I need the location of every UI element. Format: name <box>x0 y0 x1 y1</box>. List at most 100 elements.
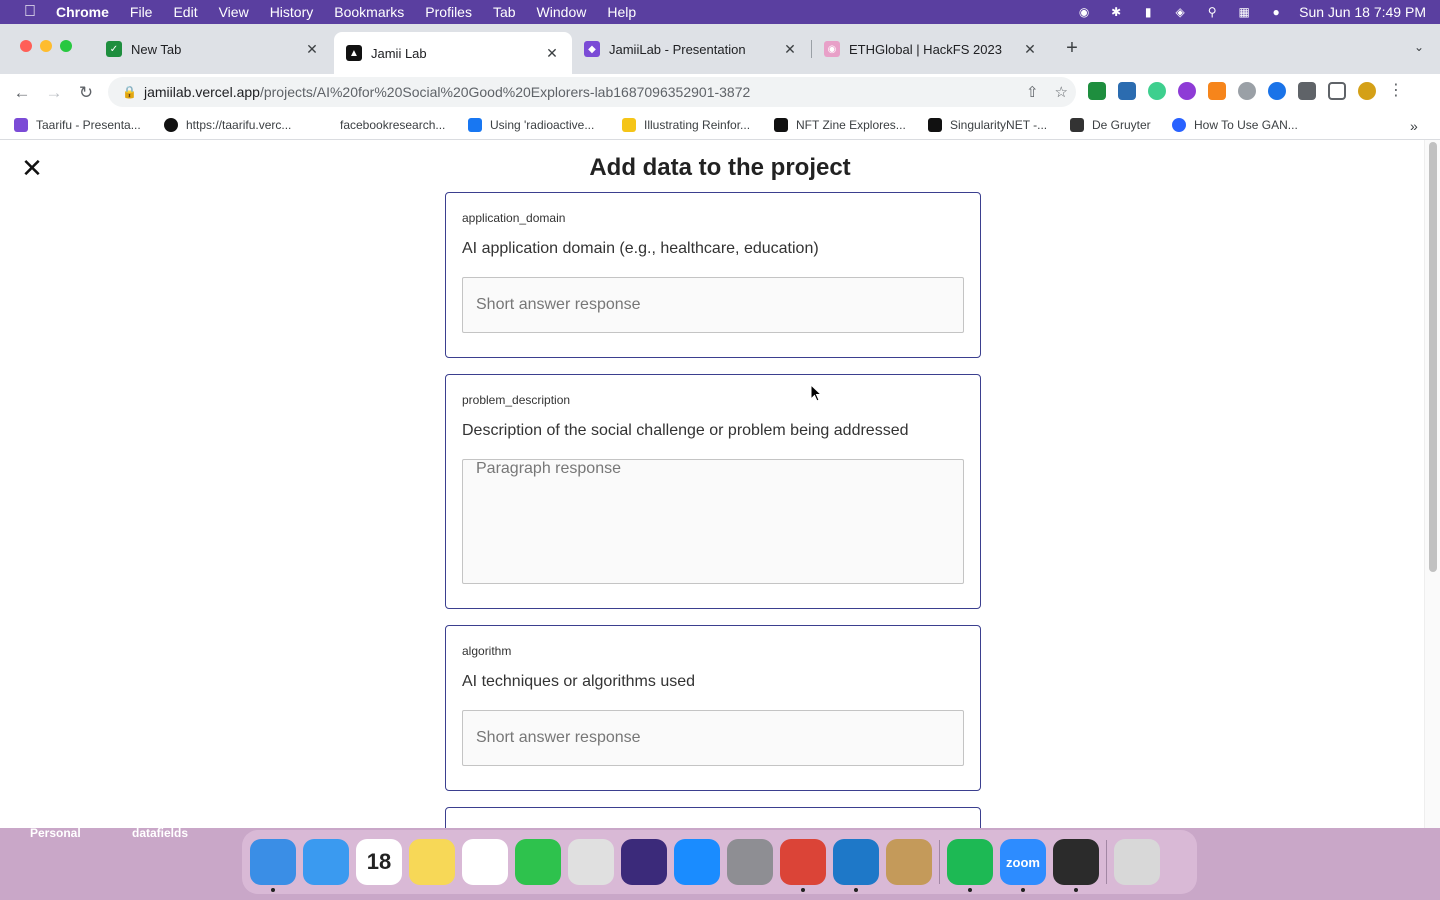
desktop-folder-label[interactable]: Personal <box>30 826 81 840</box>
bookmark-label: SingularityNET -... <box>950 118 1048 132</box>
close-tab-icon[interactable]: ✕ <box>782 41 798 58</box>
bookmark-item[interactable]: facebookresearch... <box>318 118 445 132</box>
bluetooth-icon[interactable]: ✱ <box>1107 4 1125 20</box>
bookmark-item[interactable]: Illustrating Reinfor... <box>622 118 750 132</box>
dock-zoom-icon[interactable]: zoom <box>1000 839 1046 892</box>
singularitynet-icon <box>928 118 942 132</box>
bookmark-item[interactable]: https://taarifu.verc... <box>164 118 291 132</box>
menu-help[interactable]: Help <box>607 4 636 20</box>
bookmark-label: Using 'radioactive... <box>490 118 595 132</box>
tab-new-tab[interactable]: ✓ New Tab ✕ <box>94 32 332 66</box>
zoom-window-button[interactable] <box>60 40 72 52</box>
dock-reminders-icon[interactable] <box>462 839 508 885</box>
algorithm-input[interactable] <box>462 710 964 766</box>
dock-calendar-icon[interactable]: 18 <box>356 839 402 885</box>
close-window-button[interactable] <box>20 40 32 52</box>
menu-tab[interactable]: Tab <box>493 4 516 20</box>
bookmark-item[interactable]: How To Use GAN... <box>1172 118 1298 132</box>
application-domain-input[interactable] <box>462 277 964 333</box>
close-tab-icon[interactable]: ✕ <box>544 45 560 62</box>
problem-description-textarea[interactable] <box>462 459 964 584</box>
lock-icon[interactable]: 🔒 <box>122 85 137 99</box>
dock-quicktime-icon[interactable] <box>1053 839 1099 892</box>
spotlight-search-icon[interactable]: ⚲ <box>1203 4 1221 20</box>
apple-logo-icon[interactable]:  <box>20 2 40 22</box>
bookmark-label: NFT Zine Explores... <box>796 118 906 132</box>
close-tab-icon[interactable]: ✕ <box>304 41 320 58</box>
bookmark-item[interactable]: De Gruyter <box>1070 118 1151 132</box>
wifi-icon[interactable]: ◈ <box>1171 4 1189 20</box>
extensions-puzzle-icon[interactable] <box>1298 82 1316 100</box>
forward-arrow-icon[interactable]: → <box>44 83 64 103</box>
new-tab-plus-icon[interactable]: + <box>1062 38 1082 58</box>
bookmark-star-icon[interactable]: ☆ <box>1055 83 1068 101</box>
bookmark-item[interactable]: Taarifu - Presenta... <box>14 118 141 132</box>
tab-search-chevron-icon[interactable]: ⌄ <box>1414 40 1424 54</box>
dock-spotify-icon[interactable] <box>947 839 993 892</box>
dock-vscode-icon[interactable] <box>833 839 879 892</box>
presentation-favicon-icon: ◆ <box>584 41 600 57</box>
tab-jamii-lab[interactable]: ▲ Jamii Lab ✕ <box>334 32 572 74</box>
control-center-icon[interactable]: ▦ <box>1235 4 1253 20</box>
bookmark-label: https://taarifu.verc... <box>186 118 292 132</box>
extension-purple-icon[interactable] <box>1178 82 1196 100</box>
profile-avatar[interactable] <box>1358 82 1376 100</box>
back-arrow-icon[interactable]: ← <box>12 83 32 103</box>
running-indicator <box>854 888 858 892</box>
close-tab-icon[interactable]: ✕ <box>1022 41 1038 58</box>
metamask-fox-icon[interactable] <box>1208 82 1226 100</box>
tab-jamiilab-presentation[interactable]: ◆ JamiiLab - Presentation ✕ <box>572 32 810 66</box>
menu-app-name[interactable]: Chrome <box>56 4 109 20</box>
reload-icon[interactable]: ↻ <box>76 83 96 103</box>
extension-blue-icon[interactable] <box>1268 82 1286 100</box>
tab-ethglobal[interactable]: ◉ ETHGlobal | HackFS 2023 ✕ <box>812 32 1050 66</box>
extensions-area: ⋮ <box>1088 82 1404 100</box>
page-title: Add data to the project <box>589 154 851 181</box>
side-panel-icon[interactable] <box>1328 82 1346 100</box>
dock-siri-icon[interactable] <box>621 839 667 885</box>
vercel-favicon-icon: ▲ <box>346 45 362 61</box>
dock-launchpad-icon[interactable] <box>568 839 614 885</box>
grammarly-status-icon[interactable]: ◉ <box>1075 4 1093 20</box>
extension-grammarly-icon[interactable] <box>1238 82 1256 100</box>
dock-contacts-icon[interactable] <box>886 839 932 885</box>
tab-title: New Tab <box>131 41 182 57</box>
huggingface-icon <box>622 118 636 132</box>
extension-react-icon[interactable] <box>1118 82 1136 100</box>
minimize-window-button[interactable] <box>40 40 52 52</box>
bookmark-item[interactable]: SingularityNET -... <box>928 118 1047 132</box>
dock-facetime-icon[interactable] <box>515 839 561 885</box>
extension-check-icon[interactable] <box>1088 82 1106 100</box>
dock-mail-icon[interactable] <box>303 839 349 885</box>
dock-notes-icon[interactable] <box>409 839 455 885</box>
bookmark-item[interactable]: NFT Zine Explores... <box>774 118 906 132</box>
bookmarks-overflow-chevron-icon[interactable]: » <box>1410 118 1418 134</box>
menu-bookmarks[interactable]: Bookmarks <box>334 4 404 20</box>
siri-icon[interactable]: ● <box>1267 4 1285 20</box>
bookmark-label: How To Use GAN... <box>1194 118 1298 132</box>
menubar-clock[interactable]: Sun Jun 18 7:49 PM <box>1299 4 1426 20</box>
running-indicator <box>1074 888 1078 892</box>
menu-profiles[interactable]: Profiles <box>425 4 472 20</box>
bookmark-label: Taarifu - Presenta... <box>36 118 141 132</box>
page-scrollbar[interactable] <box>1424 140 1440 828</box>
menu-file[interactable]: File <box>130 4 153 20</box>
menu-window[interactable]: Window <box>537 4 587 20</box>
menu-view[interactable]: View <box>219 4 249 20</box>
dock-finder-icon[interactable] <box>250 839 296 892</box>
bookmark-item[interactable]: Using 'radioactive... <box>468 118 594 132</box>
battery-icon[interactable]: ▮ <box>1139 4 1157 20</box>
extension-circle-icon[interactable] <box>1148 82 1166 100</box>
address-bar[interactable]: 🔒 jamiilab.vercel.app/projects/AI%20for%… <box>108 77 1076 107</box>
dock-app-store-icon[interactable] <box>674 839 720 885</box>
menu-history[interactable]: History <box>270 4 314 20</box>
dock-chrome-icon[interactable] <box>780 839 826 892</box>
menu-edit[interactable]: Edit <box>173 4 197 20</box>
scrollbar-thumb[interactable] <box>1429 142 1437 572</box>
dock-trash-icon[interactable] <box>1114 839 1160 885</box>
desktop-folder-label[interactable]: datafields <box>132 826 188 840</box>
bookmark-label: De Gruyter <box>1092 118 1151 132</box>
dock-system-preferences-icon[interactable] <box>727 839 773 885</box>
chrome-menu-kebab-icon[interactable]: ⋮ <box>1388 82 1404 100</box>
share-icon[interactable]: ⇧ <box>1026 83 1039 101</box>
